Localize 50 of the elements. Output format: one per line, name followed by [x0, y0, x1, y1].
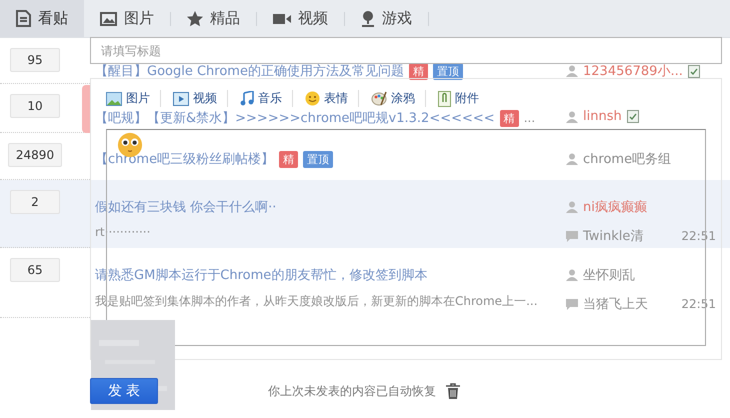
- restore-notice: 你上次未发表的内容已自动恢复: [268, 382, 436, 400]
- editor-tool[interactable]: 图片: [106, 90, 161, 107]
- image-icon: [106, 92, 122, 106]
- thread-tag: 精: [279, 150, 298, 168]
- last-replier[interactable]: 当猪飞上天: [583, 295, 648, 313]
- tab[interactable]: 看贴: [0, 0, 84, 37]
- tab[interactable]: 游戏: [345, 0, 428, 37]
- ellipsis-text: ...: [524, 111, 536, 125]
- author-name[interactable]: 123456789小...: [583, 62, 683, 80]
- thread-tag: 置顶: [303, 150, 334, 168]
- last-replier[interactable]: Twinkle清: [583, 227, 644, 245]
- author-name[interactable]: chrome吧务组: [583, 150, 672, 168]
- post-button[interactable]: 发 表: [90, 378, 158, 404]
- music-note-icon: [240, 91, 254, 106]
- film-icon: [173, 92, 189, 106]
- editor-tool[interactable]: 涂鸦: [371, 90, 426, 107]
- author-name[interactable]: ni疯疯癫癫: [583, 198, 647, 216]
- video-camera-icon: [273, 12, 291, 24]
- reply-count: 24890: [8, 143, 62, 167]
- editor-tool[interactable]: 附件: [438, 90, 489, 107]
- thread-tag: 精: [500, 110, 519, 126]
- reply-count: 2: [10, 190, 60, 214]
- speech-bubble-icon: [566, 230, 578, 242]
- image-icon: [100, 12, 117, 26]
- reply-count: 65: [10, 258, 60, 282]
- star-icon: [187, 10, 203, 26]
- tab[interactable]: 精品: [171, 0, 256, 37]
- title-field[interactable]: 请填写标题: [90, 37, 722, 64]
- author-name[interactable]: 坐怀则乱: [583, 266, 635, 284]
- thread-excerpt: 我是贴吧签到集体脚本的作者，从昨天度娘改版后，新更新的脚本在Chrome上一...: [95, 293, 538, 310]
- highlight-strip: [82, 85, 90, 133]
- palette-icon: [371, 91, 387, 106]
- verified-icon: [626, 110, 639, 123]
- thread-title[interactable]: 【醒目】Google Chrome的正确使用方法及常见问题: [95, 62, 404, 80]
- speech-bubble-icon: [566, 298, 578, 310]
- thread-title[interactable]: 【chrome吧三级粉丝刷帖楼】: [95, 150, 274, 168]
- reply-count: 10: [10, 94, 60, 118]
- tab[interactable]: 视频: [257, 0, 344, 37]
- paperclip-icon: [438, 90, 451, 106]
- trash-icon[interactable]: [446, 383, 460, 399]
- reply-count: 95: [10, 48, 60, 72]
- tab[interactable]: 图片: [84, 0, 170, 37]
- editor-tool[interactable]: 视频: [173, 90, 228, 107]
- smiley-icon: [305, 91, 320, 106]
- editor-tool[interactable]: 音乐: [240, 90, 293, 107]
- author-name[interactable]: linnsh: [583, 109, 622, 124]
- thread-title[interactable]: 【吧规】【更新&禁水】>>>>>>chrome吧吧规v1.3.2<<<<<<: [95, 109, 495, 127]
- document-icon: [16, 10, 31, 27]
- verified-icon: [688, 64, 700, 78]
- editor-tool[interactable]: 表情: [305, 90, 359, 107]
